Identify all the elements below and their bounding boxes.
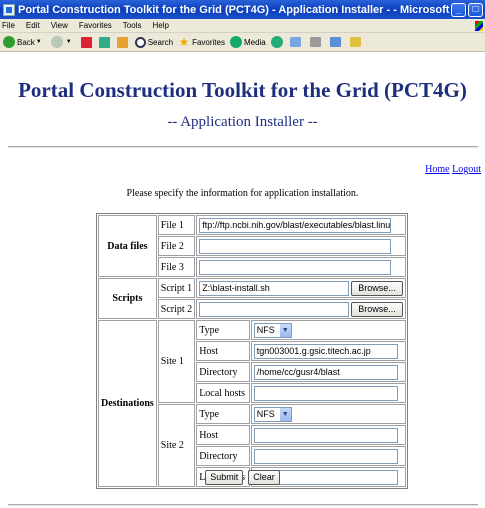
forward-arrow-icon (50, 36, 63, 48)
messenger-button[interactable] (349, 37, 365, 47)
divider (8, 146, 478, 148)
file-3-input[interactable] (199, 259, 392, 275)
scripts-label: Scripts (98, 278, 157, 319)
site-2-host-input[interactable] (253, 427, 398, 443)
chevron-down-icon: ▼ (278, 323, 291, 337)
site-1-label: Site 1 (157, 320, 196, 403)
chevron-down-icon: ▼ (278, 407, 291, 421)
site-1-directory-input[interactable]: /home/cc/gusr4/blast (253, 364, 398, 380)
menu-bar: File Edit View Favorites Tools Help (0, 19, 485, 33)
favorites-button[interactable]: ★ Favorites (178, 36, 225, 48)
form-actions: Submit Clear (0, 470, 485, 485)
mail-icon (289, 37, 301, 47)
stop-button[interactable] (80, 36, 94, 48)
media-button[interactable]: Media (229, 36, 266, 48)
site-2-type-value: NFS (256, 409, 275, 419)
submit-button[interactable]: Submit (205, 470, 244, 485)
menu-tools[interactable]: Tools (123, 21, 142, 30)
site-1-directory-label: Directory (196, 362, 250, 382)
menu-file[interactable]: File (2, 21, 15, 30)
back-button[interactable]: Back ▼ (3, 36, 46, 48)
page-subtitle: -- Application Installer -- (167, 114, 318, 130)
messenger-icon (349, 37, 361, 47)
file-1-label: File 1 (157, 215, 196, 235)
file-1-input[interactable]: ftp://ftp.ncbi.nih.gov/blast/executables… (199, 217, 392, 233)
mail-button[interactable] (289, 37, 305, 47)
site-2-host-label: Host (196, 425, 250, 445)
search-label: Search (147, 37, 174, 47)
site-1-local-hosts-label: Local hosts (196, 383, 250, 403)
ie-page-icon (3, 3, 15, 16)
script-1-label: Script 1 (157, 278, 196, 298)
edit-icon (329, 37, 341, 47)
menu-edit[interactable]: Edit (26, 21, 40, 30)
window-title: Portal Construction Toolkit for the Grid… (18, 3, 451, 16)
home-link[interactable]: Home (425, 164, 449, 175)
site-1-type-label: Type (196, 320, 250, 340)
script-2-input[interactable] (199, 301, 350, 317)
menu-favorites[interactable]: Favorites (79, 21, 112, 30)
menu-view[interactable]: View (51, 21, 68, 30)
back-arrow-icon (3, 36, 15, 48)
script-2-label: Script 2 (157, 299, 196, 319)
file-2-label: File 2 (157, 236, 196, 256)
media-label: Media (243, 37, 266, 47)
print-icon (309, 37, 321, 47)
history-button[interactable] (270, 36, 285, 48)
media-icon (229, 36, 242, 48)
star-icon: ★ (178, 35, 190, 49)
browser-toolbar: Back ▼ ▼ Search ★ Favorites Media (0, 33, 485, 52)
print-button[interactable] (309, 37, 325, 47)
refresh-icon (98, 36, 110, 48)
maximize-icon[interactable]: □ (468, 2, 483, 17)
script-2-browse-button[interactable]: Browse... (351, 301, 403, 317)
site-2-directory-label: Directory (196, 446, 250, 466)
back-label: Back (17, 37, 35, 47)
minimize-icon[interactable]: _ (451, 2, 466, 17)
data-files-label: Data files (98, 215, 157, 277)
nav-links: Home Logout (425, 164, 481, 175)
site-1-local-hosts-input[interactable] (253, 385, 398, 401)
windows-logo-icon (475, 20, 483, 31)
chevron-down-icon[interactable]: ▼ (36, 39, 42, 45)
search-button[interactable]: Search (134, 36, 174, 48)
site-1-host-label: Host (196, 341, 250, 361)
logout-link[interactable]: Logout (452, 164, 481, 175)
site-1-type-value: NFS (256, 325, 275, 335)
site-2-type-select[interactable]: NFS ▼ (253, 406, 292, 422)
history-icon (270, 36, 283, 48)
instruction-text: Please specify the information for appli… (126, 188, 359, 199)
search-icon (134, 36, 146, 48)
site-2-directory-input[interactable] (253, 448, 398, 464)
refresh-button[interactable] (98, 36, 112, 48)
window-title-bar: Portal Construction Toolkit for the Grid… (0, 0, 485, 19)
stop-icon (80, 36, 92, 48)
site-1-host-input[interactable]: tgn003001.g.gsic.titech.ac.jp (253, 343, 398, 359)
script-1-browse-button[interactable]: Browse... (351, 280, 403, 296)
menu-help[interactable]: Help (152, 21, 168, 30)
site-2-type-label: Type (196, 404, 250, 424)
file-3-label: File 3 (157, 257, 196, 277)
site-1-type-select[interactable]: NFS ▼ (253, 322, 292, 338)
divider (8, 504, 478, 506)
forward-button[interactable]: ▼ (50, 36, 76, 48)
destinations-label: Destinations (98, 320, 157, 487)
edit-button[interactable] (329, 37, 345, 47)
favorites-label: Favorites (192, 37, 225, 47)
installer-form-table: Data files File 1 ftp://ftp.ncbi.nih.gov… (96, 213, 408, 489)
script-1-input[interactable]: Z:\blast-install.sh (199, 280, 350, 296)
clear-button[interactable]: Clear (248, 470, 280, 485)
home-button[interactable] (116, 36, 130, 48)
home-icon (116, 36, 128, 48)
file-2-input[interactable] (199, 238, 392, 254)
page-title: Portal Construction Toolkit for the Grid… (18, 78, 467, 102)
chevron-down-icon[interactable]: ▼ (66, 39, 72, 45)
